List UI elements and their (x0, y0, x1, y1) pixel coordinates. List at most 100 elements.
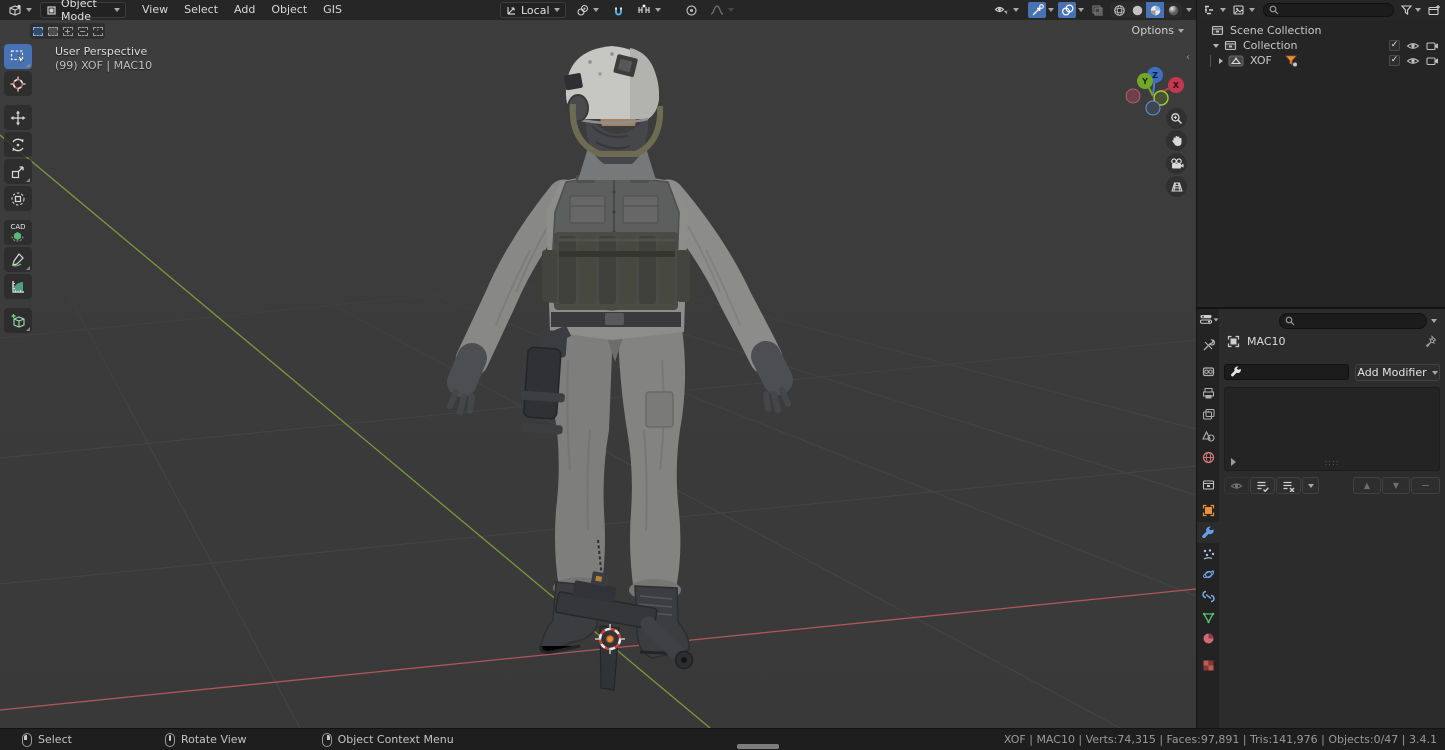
stack-extras-dropdown[interactable] (1302, 477, 1319, 494)
object-name[interactable]: MAC10 (1247, 335, 1286, 348)
disclosure-open-icon[interactable] (1213, 44, 1219, 48)
modifier-search-field[interactable] (1224, 364, 1349, 380)
tab-output[interactable] (1197, 383, 1219, 404)
outliner-row-scene-collection[interactable]: Scene Collection (1197, 23, 1445, 38)
tab-scene[interactable] (1197, 426, 1219, 447)
tool-annotate[interactable] (4, 247, 32, 272)
pivot-point-select[interactable] (571, 2, 604, 18)
show-overlays-toggle[interactable] (1058, 2, 1076, 18)
menu-object[interactable]: Object (263, 0, 315, 20)
properties-search-input[interactable] (1279, 313, 1427, 329)
tab-tool[interactable] (1197, 335, 1219, 356)
chevron-down-icon[interactable] (1048, 8, 1054, 12)
chevron-down-icon[interactable] (1078, 8, 1084, 12)
properties-editor-type-button[interactable] (1199, 313, 1219, 326)
outliner-editor-type-button[interactable] (1201, 2, 1228, 18)
tool-add-primitive[interactable] (4, 308, 32, 333)
tab-collection[interactable] (1197, 474, 1219, 495)
menu-gis[interactable]: GIS (315, 0, 350, 20)
chevron-down-icon[interactable] (1186, 8, 1192, 12)
sidebar-collapse-arrow[interactable]: ‹ (1186, 52, 1190, 63)
viewport-3d[interactable]: + − · Options User Perspective (99) XOF … (0, 20, 1196, 728)
tool-scale[interactable] (4, 159, 32, 184)
tab-material[interactable] (1197, 628, 1219, 649)
editor-type-button[interactable] (6, 2, 34, 18)
tool-move[interactable] (4, 105, 32, 130)
pin-icon[interactable] (1425, 335, 1437, 348)
snap-toggle[interactable] (609, 2, 627, 18)
tab-object[interactable] (1197, 500, 1219, 521)
select-mode-extend[interactable]: + (60, 23, 75, 39)
tab-particles[interactable] (1197, 544, 1219, 565)
tool-rotate[interactable] (4, 132, 32, 157)
options-dropdown[interactable]: Options (1132, 24, 1184, 37)
remove-all-button[interactable] (1276, 477, 1301, 494)
show-gizmo-toggle[interactable] (1028, 2, 1046, 18)
region-divider-vertical[interactable] (1196, 0, 1197, 728)
modifier-stack-list[interactable]: :::: (1224, 387, 1440, 471)
shading-solid-button[interactable] (1128, 2, 1146, 18)
apply-all-button[interactable] (1250, 477, 1275, 494)
tab-object-data[interactable] (1197, 607, 1219, 628)
shading-wireframe-button[interactable] (1110, 2, 1128, 18)
object-checkbox[interactable]: ✓ (1389, 55, 1400, 66)
move-up-button[interactable]: ▲ (1353, 477, 1381, 494)
stack-expand-arrow[interactable] (1231, 458, 1236, 466)
tab-constraints[interactable] (1197, 586, 1219, 607)
select-mode-intersect[interactable]: · (90, 23, 105, 39)
properties-options-chevron[interactable] (1431, 319, 1437, 323)
xray-toggle[interactable] (1088, 2, 1106, 18)
menu-view[interactable]: View (134, 0, 176, 20)
collection-checkbox[interactable]: ✓ (1389, 40, 1400, 51)
gizmo-x-neg[interactable] (1126, 89, 1140, 103)
disclosure-closed-icon[interactable] (1219, 58, 1223, 64)
tool-measure[interactable] (4, 274, 32, 299)
move-down-button[interactable]: ▼ (1382, 477, 1410, 494)
tab-world[interactable] (1197, 447, 1219, 468)
tab-texture[interactable] (1197, 655, 1219, 676)
menu-add[interactable]: Add (226, 0, 263, 20)
menu-select[interactable]: Select (176, 0, 226, 20)
outliner-search-input[interactable] (1263, 3, 1394, 17)
render-camera-icon[interactable] (1426, 56, 1439, 66)
tab-modifiers[interactable] (1197, 522, 1219, 543)
filter-icon[interactable] (1400, 4, 1413, 16)
select-mode-box[interactable] (45, 23, 60, 39)
shading-material-button[interactable] (1146, 2, 1164, 18)
move-view-button[interactable] (1166, 130, 1187, 151)
tool-cursor[interactable] (4, 71, 32, 96)
remove-button[interactable]: − (1411, 477, 1440, 494)
mode-select[interactable]: Object Mode (40, 2, 126, 18)
toggle-ortho-button[interactable] (1166, 176, 1187, 197)
tab-physics[interactable] (1197, 564, 1219, 585)
resize-grip[interactable]: :::: (1325, 458, 1340, 467)
chevron-down-icon[interactable] (1415, 8, 1421, 12)
outliner-row-xof[interactable]: XOF ✓ (1197, 53, 1445, 68)
tool-select-box[interactable] (4, 44, 32, 69)
gizmo-z-neg[interactable] (1146, 101, 1160, 115)
tab-view-layer[interactable] (1197, 404, 1219, 425)
camera-view-button[interactable] (1166, 153, 1187, 174)
stack-visibility-button[interactable] (1224, 477, 1249, 494)
zoom-view-button[interactable] (1166, 108, 1187, 129)
hide-eye-icon[interactable] (1406, 41, 1420, 51)
shading-rendered-button[interactable] (1164, 2, 1182, 18)
select-mode-tweak[interactable] (30, 23, 45, 39)
outliner-display-mode-button[interactable] (1230, 2, 1257, 18)
add-modifier-button[interactable]: Add Modifier (1355, 364, 1440, 381)
region-divider-horizontal[interactable] (1197, 307, 1445, 309)
hide-eye-icon[interactable] (1406, 56, 1420, 66)
tool-cad-sketcher[interactable]: CAD (4, 220, 32, 245)
select-mode-subtract[interactable]: − (75, 23, 90, 39)
proportional-editing-toggle[interactable] (682, 2, 700, 18)
tool-transform[interactable] (4, 186, 32, 211)
tab-render[interactable] (1197, 361, 1219, 382)
soldier-model[interactable] (450, 46, 788, 658)
new-collection-icon[interactable] (1427, 4, 1441, 17)
render-camera-icon[interactable] (1426, 41, 1439, 51)
transform-orientation-select[interactable]: Local (500, 2, 566, 18)
object-types-visibility[interactable] (989, 2, 1024, 18)
proportional-falloff-select[interactable] (705, 2, 739, 18)
outliner-row-collection[interactable]: Collection ✓ (1197, 38, 1445, 53)
snap-to-select[interactable] (632, 2, 666, 18)
